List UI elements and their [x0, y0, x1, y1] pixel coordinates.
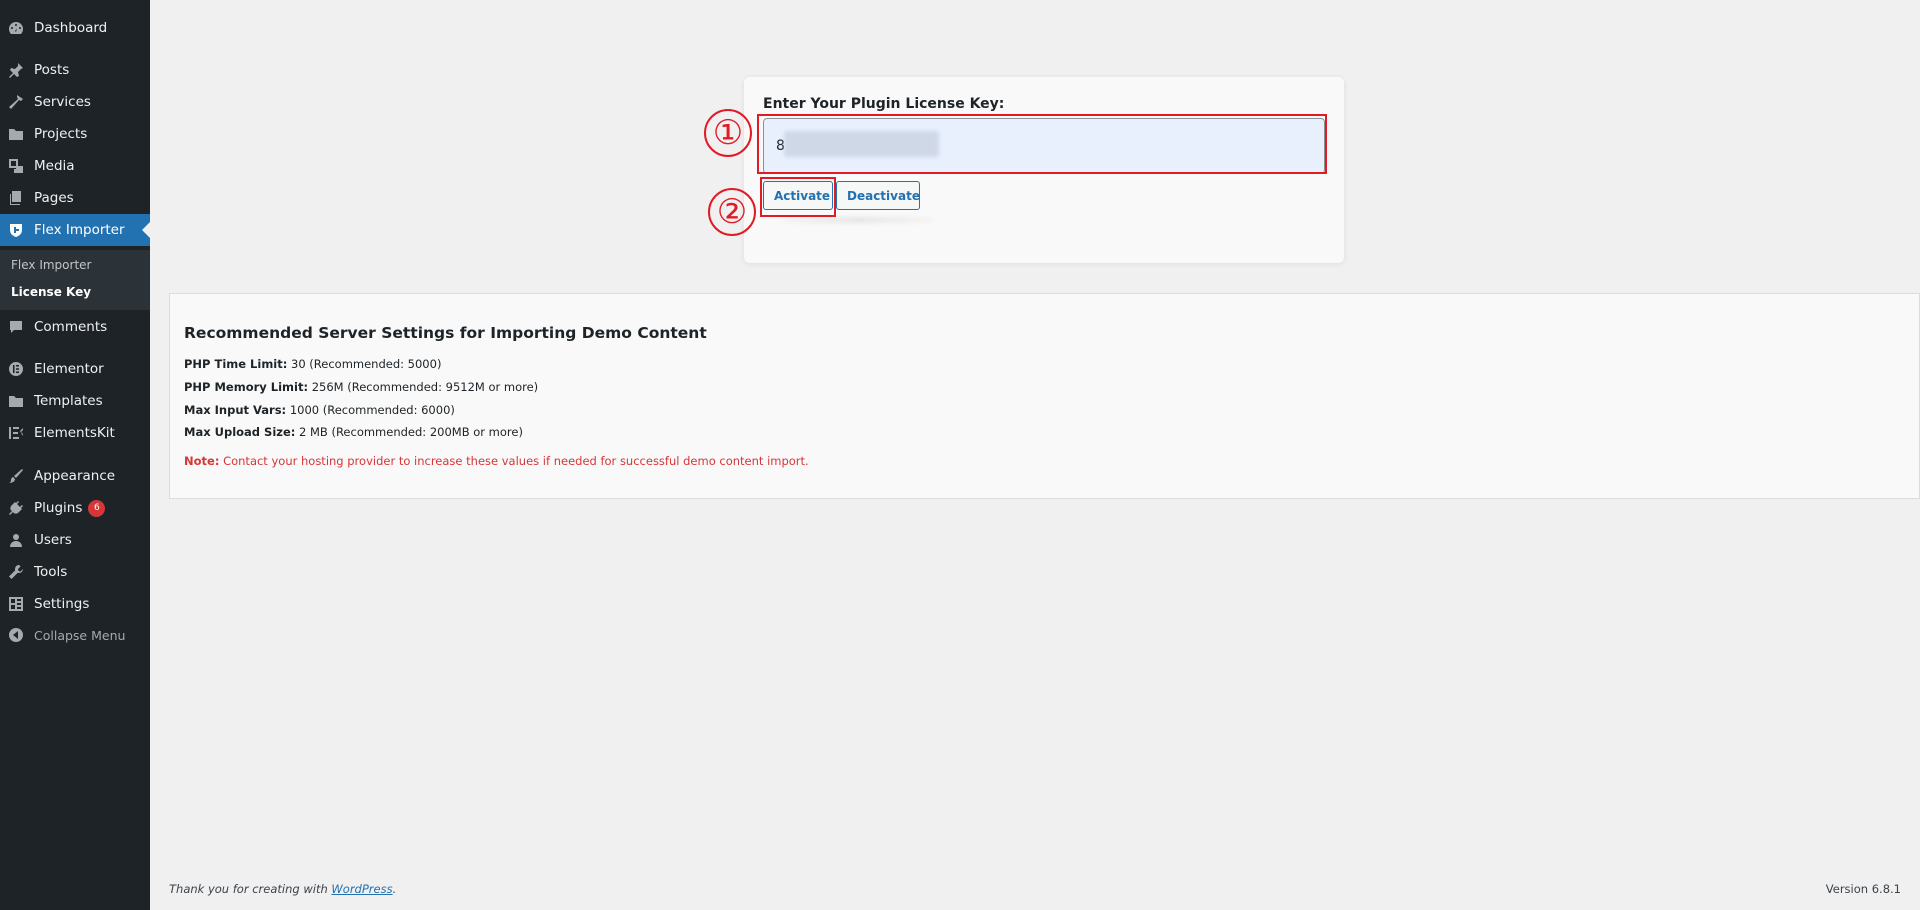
sidebar-item-elementor[interactable]: Elementor — [0, 353, 150, 385]
sidebar-item-pages[interactable]: Pages — [0, 182, 150, 214]
setting-label: PHP Memory Limit: — [184, 380, 309, 394]
setting-label: PHP Time Limit: — [184, 357, 288, 371]
sidebar-item-label: Templates — [34, 393, 103, 409]
annotation-step-2: ② — [708, 188, 756, 236]
wrench-icon — [8, 564, 24, 580]
footer-version: Version 6.8.1 — [1825, 882, 1901, 896]
sidebar-item-label: Users — [34, 532, 72, 548]
sidebar-item-label: Tools — [34, 564, 68, 580]
setting-row: PHP Time Limit: 30 (Recommended: 5000) — [184, 357, 441, 371]
collapse-arrow-icon — [9, 628, 23, 642]
sidebar-item-settings[interactable]: Settings — [0, 588, 150, 620]
highlight-box-activate-button — [760, 177, 836, 217]
setting-row: Max Upload Size: 2 MB (Recommended: 200M… — [184, 425, 523, 439]
comment-icon — [8, 319, 24, 335]
setting-value: 256M (Recommended: 9512M or more) — [311, 380, 539, 394]
media-icon — [8, 158, 24, 174]
setting-value: 2 MB (Recommended: 200MB or more) — [299, 425, 523, 439]
sidebar-item-services[interactable]: Services — [0, 86, 150, 118]
license-key-label: Enter Your Plugin License Key: — [763, 96, 1005, 112]
sidebar-item-label: Media — [34, 158, 75, 174]
sidebar-item-elementskit[interactable]: ElementsKit — [0, 417, 150, 449]
sidebar-item-label: Pages — [34, 190, 74, 206]
sidebar-item-label: Plugins — [34, 500, 83, 516]
sidebar-item-plugins[interactable]: Plugins 6 — [0, 492, 150, 524]
sidebar-item-posts[interactable]: Posts — [0, 54, 150, 86]
submenu-item-license-key[interactable]: License Key — [11, 285, 91, 299]
sidebar-item-label: Posts — [34, 62, 70, 78]
sidebar-item-label: Settings — [34, 596, 90, 612]
annotation-step-1: ① — [704, 109, 752, 157]
collapse-menu-label: Collapse Menu — [34, 627, 126, 643]
note-label: Note: — [184, 454, 220, 468]
setting-value: 30 (Recommended: 5000) — [291, 357, 442, 371]
setting-row: PHP Memory Limit: 256M (Recommended: 951… — [184, 380, 538, 394]
shield-icon — [8, 222, 24, 238]
submenu-item-flex-importer[interactable]: Flex Importer — [11, 258, 91, 272]
brush-icon — [8, 468, 24, 484]
sidebar-item-media[interactable]: Media — [0, 150, 150, 182]
sidebar-item-comments[interactable]: Comments — [0, 311, 150, 343]
sidebar-item-projects[interactable]: Projects — [0, 118, 150, 150]
sidebar-item-flex-importer[interactable]: Flex Importer — [0, 214, 150, 246]
pin-icon — [8, 62, 24, 78]
sidebar-item-templates[interactable]: Templates — [0, 385, 150, 417]
elementskit-icon — [8, 425, 24, 441]
update-count-badge: 6 — [88, 499, 106, 517]
setting-label: Max Input Vars: — [184, 403, 287, 417]
sidebar-item-label: Dashboard — [34, 20, 108, 36]
admin-sidebar: Dashboard Posts Services Projects Media … — [0, 0, 150, 910]
setting-value: 1000 (Recommended: 6000) — [289, 403, 455, 417]
sidebar-item-tools[interactable]: Tools — [0, 556, 150, 588]
note-text: Contact your hosting provider to increas… — [223, 454, 809, 468]
settings-icon — [8, 596, 24, 612]
sidebar-item-users[interactable]: Users — [0, 524, 150, 556]
deactivate-button[interactable]: Deactivate — [836, 181, 920, 210]
wordpress-link[interactable]: WordPress — [331, 882, 392, 896]
sidebar-item-label: ElementsKit — [34, 425, 115, 441]
folder-icon — [8, 126, 24, 142]
sidebar-item-label: Appearance — [34, 468, 116, 484]
sidebar-item-label: Comments — [34, 319, 108, 335]
setting-row: Max Input Vars: 1000 (Recommended: 6000) — [184, 403, 455, 417]
highlight-box-license-input — [757, 114, 1327, 174]
folder-icon — [8, 393, 24, 409]
settings-note: Note: Contact your hosting provider to i… — [184, 454, 809, 468]
plug-icon — [8, 500, 24, 516]
sidebar-item-dashboard[interactable]: Dashboard — [0, 12, 150, 44]
server-settings-panel: Recommended Server Settings for Importin… — [169, 293, 1920, 499]
user-icon — [8, 532, 24, 548]
settings-title: Recommended Server Settings for Importin… — [184, 324, 707, 342]
sidebar-item-label: Flex Importer — [34, 222, 125, 238]
sidebar-item-label: Elementor — [34, 361, 104, 377]
sidebar-item-label: Projects — [34, 126, 88, 142]
pages-icon — [8, 190, 24, 206]
collapse-menu-button[interactable]: Collapse Menu — [0, 619, 150, 651]
sidebar-item-appearance[interactable]: Appearance — [0, 460, 150, 492]
card-divider-shadow — [782, 217, 932, 223]
footer-thanks: Thank you for creating with WordPress. — [169, 882, 396, 896]
hammer-icon — [8, 94, 24, 110]
footer-thanks-suffix: . — [392, 882, 397, 896]
footer-thanks-prefix: Thank you for creating with — [169, 882, 328, 896]
elementor-icon — [8, 361, 24, 377]
setting-label: Max Upload Size: — [184, 425, 296, 439]
dashboard-icon — [8, 20, 24, 36]
sidebar-item-label: Services — [34, 94, 91, 110]
